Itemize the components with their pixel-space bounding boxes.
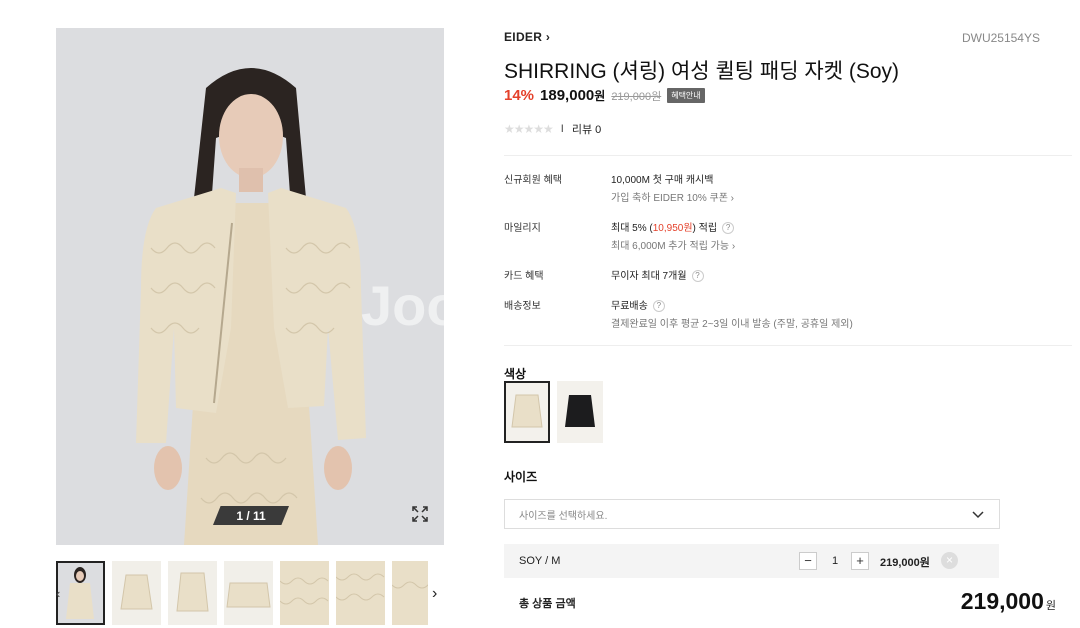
size-section-title: 사이즈 bbox=[504, 470, 538, 484]
thumbnail-strip bbox=[56, 561, 428, 625]
total-label: 총 상품 금액 bbox=[519, 598, 576, 610]
thumbnail-item[interactable] bbox=[336, 561, 385, 625]
original-price: 219,000원 bbox=[611, 91, 662, 103]
total-amount: 219,000 bbox=[960, 588, 1044, 614]
model-photo: Joo bbox=[56, 28, 444, 545]
quantity-increase-button[interactable]: + bbox=[851, 552, 869, 570]
option-price: 219,000원 bbox=[880, 557, 930, 569]
color-section-title: 색상 bbox=[504, 367, 527, 381]
sale-price-unit: 원 bbox=[594, 89, 606, 103]
product-code: DWU25154YS bbox=[961, 31, 1040, 45]
thumbnail-prev-button[interactable]: ‹ bbox=[56, 586, 68, 602]
benefit-info-button[interactable]: 혜택안내 bbox=[667, 88, 705, 103]
thumbnail-item[interactable] bbox=[280, 561, 329, 625]
color-swatch-black[interactable] bbox=[557, 381, 603, 443]
total-price: 219,000 원 bbox=[961, 588, 1056, 615]
expand-icon[interactable] bbox=[412, 506, 428, 522]
mileage-main: 최대 5% (10,950원) 적립? bbox=[611, 219, 735, 234]
pager-text: 1 / 11 bbox=[236, 508, 266, 523]
card-benefit-label: 카드 혜택 bbox=[504, 271, 544, 282]
brand-link[interactable]: EIDER › bbox=[504, 30, 550, 44]
help-icon[interactable]: ? bbox=[652, 300, 665, 312]
mileage-label: 마일리지 bbox=[504, 223, 541, 234]
product-title: SHIRRING (셔링) 여성 퀼팅 패딩 자켓 (Soy) bbox=[504, 60, 900, 83]
help-icon[interactable]: ? bbox=[722, 222, 735, 234]
shipping-main: 무료배송? bbox=[611, 297, 665, 312]
remove-option-icon[interactable]: × bbox=[941, 552, 958, 569]
benefit-sub-text: 가입 축하 EIDER 10% 쿠폰 bbox=[611, 193, 728, 204]
shipping-sub: 결제완료일 이후 평균 2~3일 이내 발송 (주말, 공휴일 제외) bbox=[611, 319, 853, 330]
benefit-label: 신규회원 혜택 bbox=[504, 175, 562, 186]
quantity-value[interactable]: 1 bbox=[826, 555, 844, 567]
divider bbox=[504, 155, 1072, 156]
benefit-main: 10,000M 첫 구매 캐시백 bbox=[611, 175, 714, 186]
image-pager: 1 / 11 bbox=[213, 506, 289, 525]
color-swatch-soy[interactable] bbox=[504, 381, 550, 443]
chevron-right-icon: › bbox=[545, 30, 551, 44]
chevron-right-icon: › bbox=[731, 241, 736, 252]
mileage-amount: 10,950원 bbox=[652, 223, 693, 234]
size-select-placeholder: 사이즈를 선택하세요. bbox=[519, 510, 608, 522]
option-name: SOY / M bbox=[519, 555, 561, 567]
watermark-text: Joo bbox=[361, 274, 444, 337]
selected-option-row: SOY / M − 1 + 219,000원 × bbox=[504, 544, 999, 578]
price-row: 14% 189,000원 219,000원 혜택안내 bbox=[504, 87, 705, 105]
rating-row: ★★★★★ I 리뷰 0 bbox=[504, 121, 601, 137]
benefit-sub-link[interactable]: 가입 축하 EIDER 10% 쿠폰 › bbox=[611, 189, 734, 204]
thumbnail-item[interactable] bbox=[168, 561, 217, 625]
brand-name: EIDER bbox=[504, 30, 543, 44]
chevron-right-icon: › bbox=[730, 193, 735, 204]
thumbnail-item[interactable] bbox=[224, 561, 273, 625]
shipping-text: 무료배송 bbox=[611, 301, 648, 312]
thumbnail-next-button[interactable]: › bbox=[432, 585, 446, 603]
thumbnail-item[interactable] bbox=[112, 561, 161, 625]
mileage-sub-link[interactable]: 최대 6,000M 추가 적립 가능 › bbox=[611, 237, 735, 252]
mileage-main-post: ) 적립 bbox=[692, 223, 718, 234]
star-rating-icon: ★★★★★ bbox=[504, 122, 554, 136]
mileage-main-pre: 최대 5% ( bbox=[611, 223, 653, 234]
discount-rate: 14% bbox=[504, 87, 535, 104]
shipping-label: 배송정보 bbox=[504, 301, 541, 312]
card-benefit-text: 무이자 최대 7개월 bbox=[611, 271, 687, 282]
card-benefit-main: 무이자 최대 7개월? bbox=[611, 267, 704, 282]
thumbnail-item[interactable] bbox=[392, 561, 428, 625]
divider bbox=[504, 345, 1072, 346]
size-select[interactable]: 사이즈를 선택하세요. bbox=[504, 499, 1000, 529]
main-product-image[interactable]: Joo bbox=[56, 28, 444, 545]
chevron-down-icon bbox=[972, 511, 984, 519]
help-icon[interactable]: ? bbox=[691, 270, 704, 282]
sale-price-value: 189,000 bbox=[540, 87, 595, 104]
sale-price: 189,000원 bbox=[540, 87, 605, 104]
mileage-sub-text: 최대 6,000M 추가 적립 가능 bbox=[611, 241, 730, 252]
divider: I bbox=[560, 123, 564, 135]
review-count-link[interactable]: 리뷰 0 bbox=[572, 121, 601, 137]
total-unit: 원 bbox=[1045, 600, 1056, 612]
quantity-decrease-button[interactable]: − bbox=[799, 552, 817, 570]
